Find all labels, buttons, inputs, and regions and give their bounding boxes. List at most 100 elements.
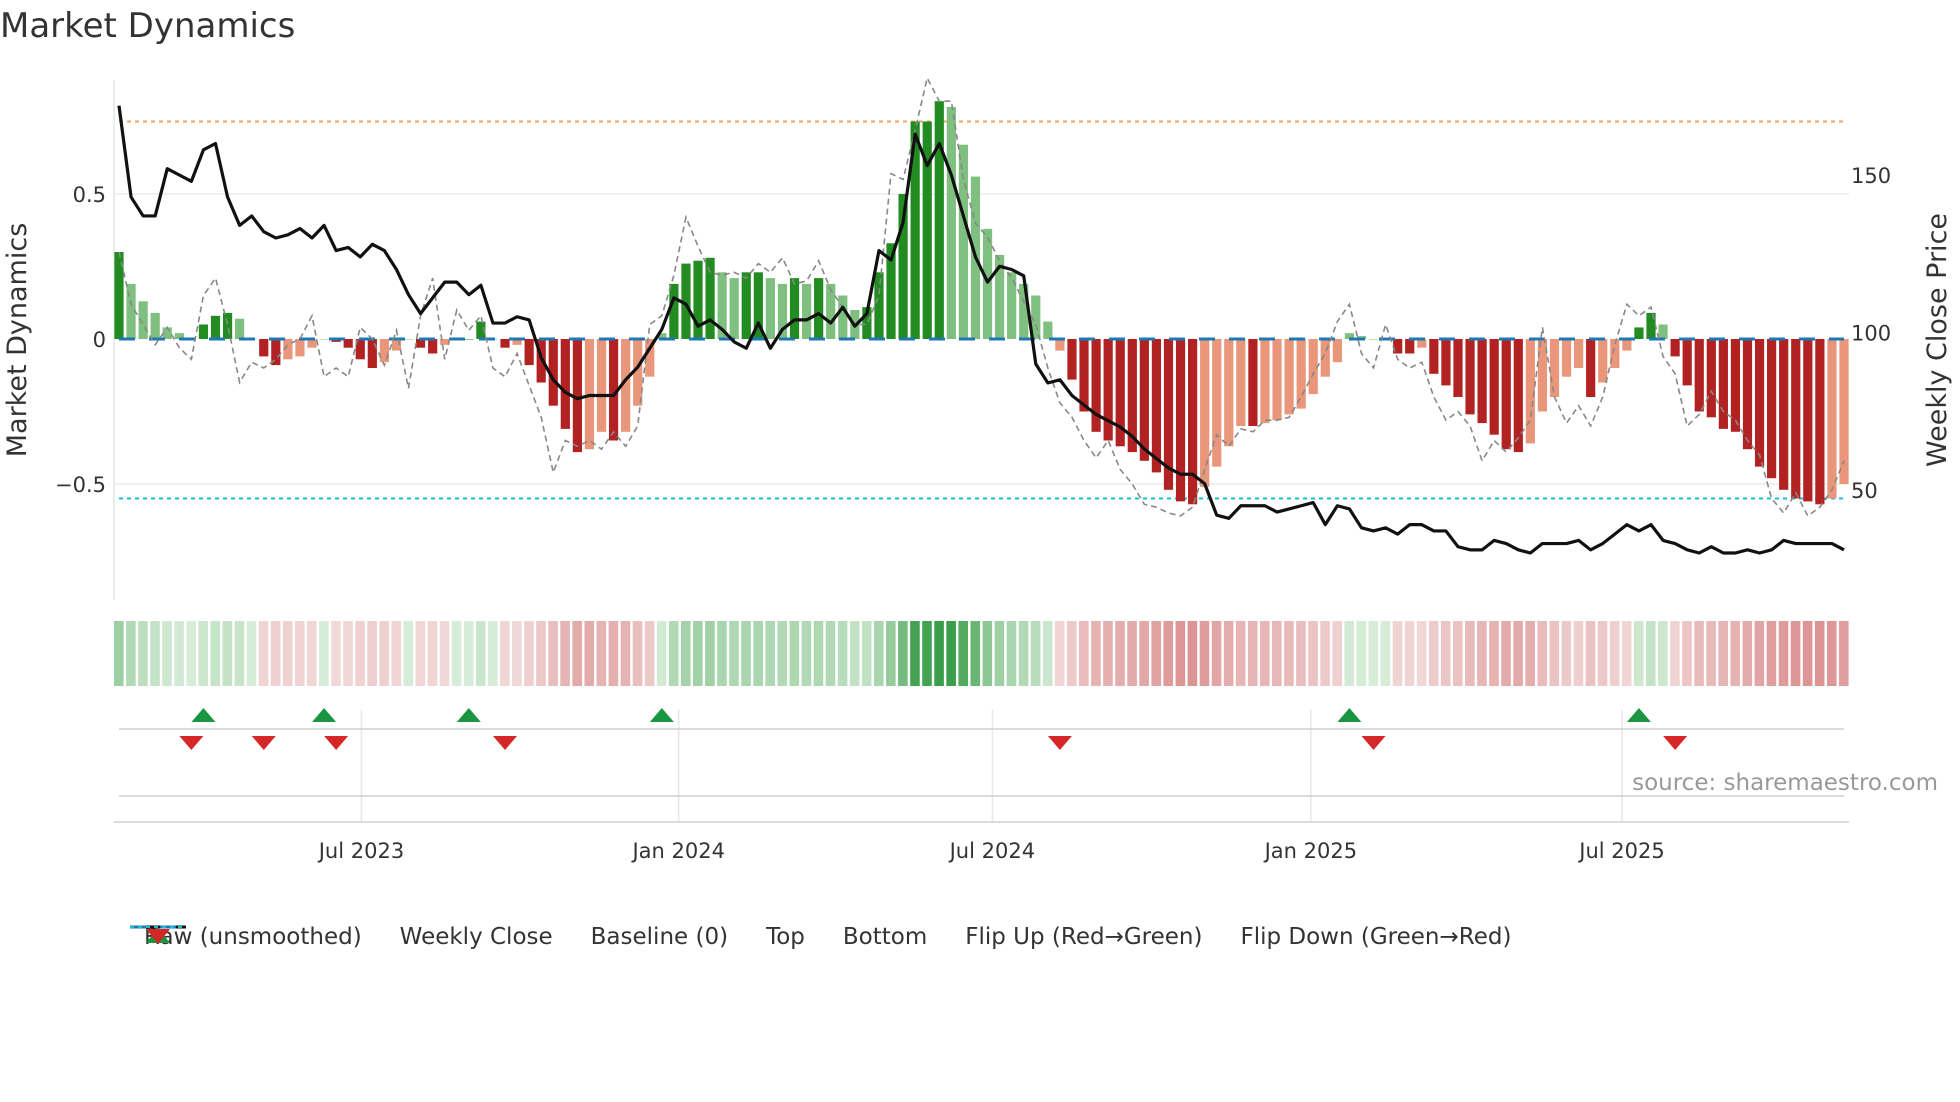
momentum-bar (705, 257, 715, 339)
y2-tick-label: 100 (1851, 322, 1891, 346)
momentum-bar (1465, 339, 1475, 415)
momentum-bar (1103, 339, 1113, 441)
regime-cell (1609, 621, 1620, 686)
momentum-bar (1248, 339, 1258, 426)
regime-cell (319, 621, 329, 686)
regime-cell (1537, 621, 1548, 686)
regime-cell (1585, 621, 1596, 686)
regime-cell (500, 621, 510, 686)
momentum-bar (946, 107, 956, 339)
regime-cell (994, 621, 1005, 686)
reference-lines (119, 120, 1844, 500)
regime-cell (512, 621, 522, 686)
regime-cell (656, 621, 667, 686)
regime-cell (1284, 621, 1294, 686)
regime-cell (1404, 621, 1415, 686)
regime-cell (1489, 621, 1499, 686)
regime-cell (632, 621, 643, 686)
regime-cell (1477, 621, 1487, 686)
regime-cell (1416, 621, 1427, 686)
regime-cell (1682, 621, 1692, 686)
regime-cell (1332, 621, 1342, 686)
regime-cell (415, 621, 426, 686)
regime-cell (282, 621, 293, 686)
momentum-bar (826, 283, 836, 339)
regime-cell (246, 621, 257, 686)
flip-up-marker (312, 708, 337, 722)
momentum-bar (150, 312, 160, 339)
momentum-bar (1368, 339, 1379, 340)
momentum-bar (1296, 339, 1306, 409)
momentum-bar (1139, 339, 1149, 461)
regime-cell (813, 621, 824, 686)
momentum-bar (1646, 312, 1656, 339)
momentum-bar (1706, 339, 1716, 418)
regime-cell (1561, 621, 1572, 686)
regime-cell (668, 621, 679, 686)
regime-cell (1392, 621, 1403, 686)
regime-cell (729, 621, 739, 686)
momentum-bar (1175, 339, 1186, 502)
momentum-bar (1730, 339, 1741, 432)
momentum-bar (1332, 339, 1342, 363)
momentum-bar (259, 339, 269, 357)
regime-cell (982, 621, 993, 686)
regime-cell (958, 621, 969, 686)
momentum-bar (222, 312, 233, 339)
regime-cell (186, 621, 196, 686)
momentum-bar (1622, 339, 1632, 351)
regime-cell (234, 621, 245, 686)
momentum-bar (596, 339, 607, 432)
regime-cell (1670, 621, 1680, 686)
regime-cell (210, 621, 221, 686)
regime-cell (367, 621, 377, 686)
legend-label: Flip Up (Red→Green) (965, 924, 1203, 950)
legend-label: Top (766, 924, 805, 950)
momentum-bar (1513, 339, 1523, 453)
momentum-bar (210, 315, 221, 339)
regime-cell (1018, 621, 1029, 686)
y2-axis-label: Weekly Close Price (1922, 213, 1953, 467)
regime-cell (1597, 621, 1608, 686)
source-credit: source: sharemaestro.com (1632, 770, 1938, 796)
regime-cell (1839, 621, 1849, 686)
momentum-bar (1658, 324, 1668, 339)
regime-cell (1356, 621, 1367, 686)
momentum-bar (1453, 339, 1463, 397)
momentum-bar (1718, 339, 1728, 429)
momentum-bar (838, 295, 848, 339)
momentum-bar (789, 278, 800, 339)
regime-cell (608, 621, 619, 686)
regime-cell (970, 621, 981, 686)
regime-cell (1235, 621, 1246, 686)
regime-cell (1259, 621, 1270, 686)
regime-cell (475, 621, 486, 686)
y-axis-label: Market Dynamics (2, 223, 33, 458)
flip-down-marker (493, 736, 518, 750)
regime-cell (922, 621, 932, 686)
regime-cell (343, 621, 353, 686)
regime-cell (753, 621, 763, 686)
regime-cell (789, 621, 800, 686)
momentum-bar (1429, 339, 1439, 374)
regime-cell (174, 621, 184, 686)
momentum-bar (729, 278, 739, 339)
momentum-bar (801, 283, 812, 339)
momentum-bar (1477, 339, 1487, 424)
regime-cell (524, 621, 534, 686)
regime-cell (331, 621, 341, 686)
flip-down-marker (251, 736, 276, 750)
regime-cell (355, 621, 365, 686)
x-tick-label: Jul 2024 (948, 839, 1035, 863)
legend-item: Baseline (0) (130, 924, 728, 950)
regime-cell (548, 621, 558, 686)
legend-item: Weekly Close (130, 924, 553, 950)
series-lines (117, 75, 1845, 555)
regime-cell (427, 621, 438, 686)
momentum-bar (1742, 339, 1753, 450)
momentum-bar (1151, 339, 1162, 473)
y-tick-label: 0.5 (73, 183, 106, 207)
regime-cell (765, 621, 775, 686)
regime-cell (861, 621, 872, 686)
momentum-bar (1574, 339, 1584, 368)
